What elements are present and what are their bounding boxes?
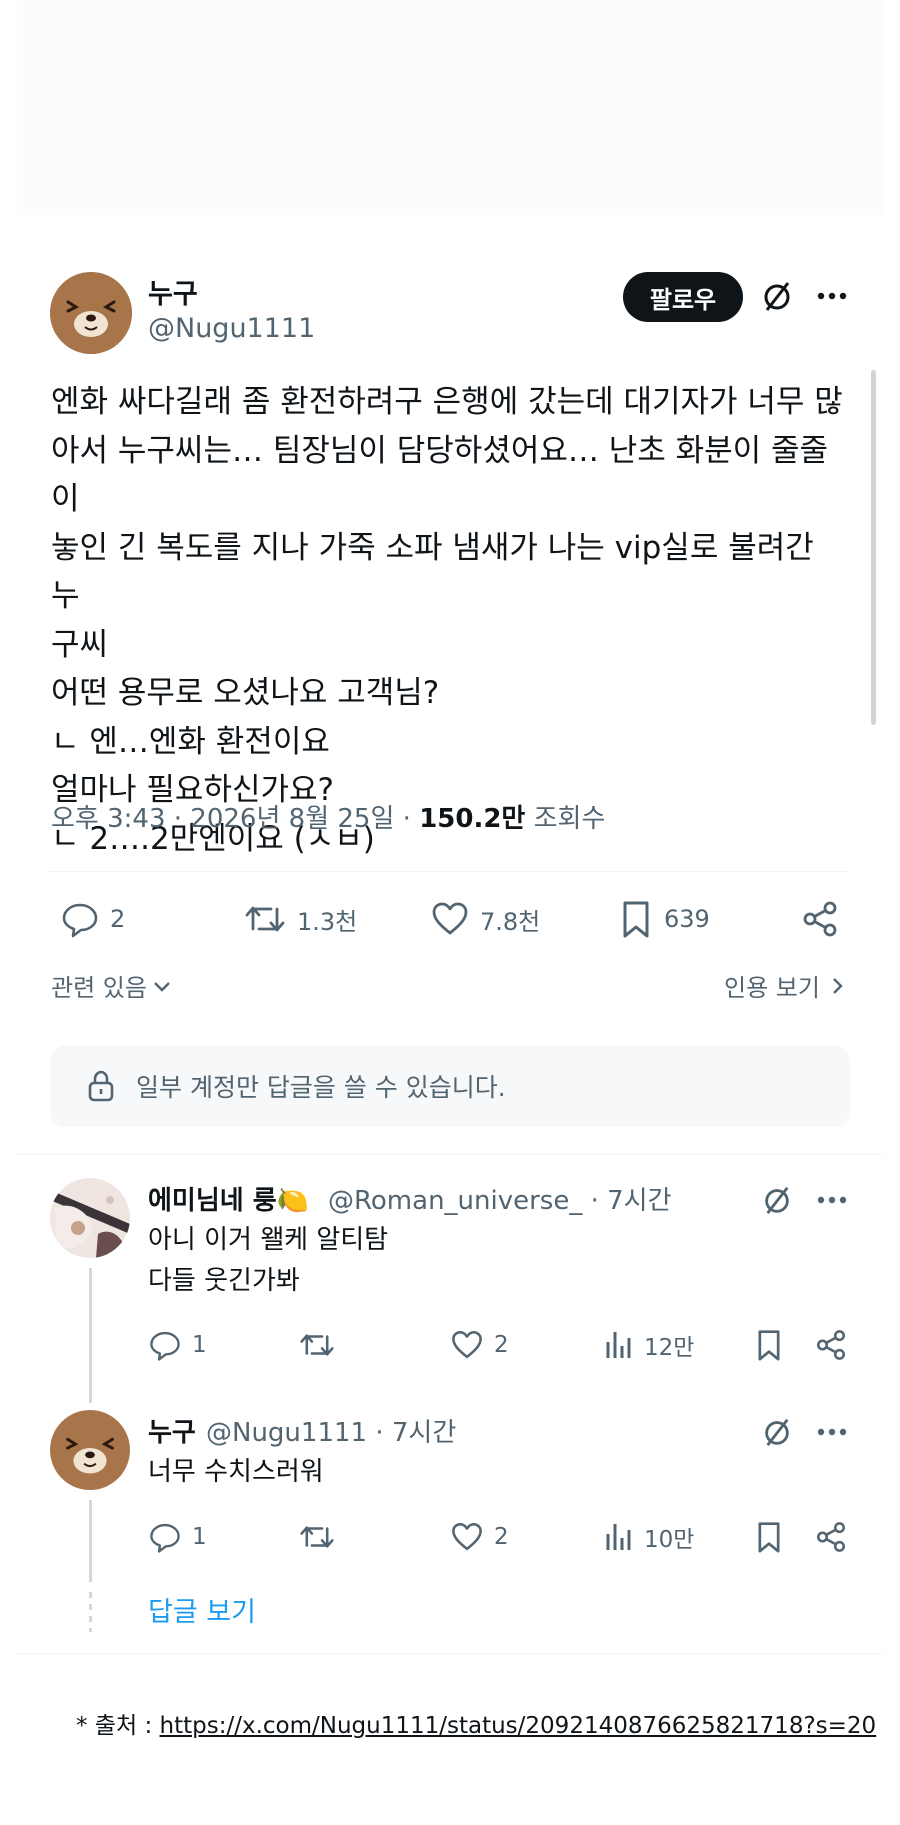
related-toggle[interactable]: 관련 있음: [51, 968, 173, 1003]
reply-author-name[interactable]: 에미님네 룽🍋: [148, 1180, 309, 1217]
source-link[interactable]: https://x.com/Nugu1111/status/2092140876…: [160, 1713, 877, 1739]
post-time[interactable]: 오후 3:43: [51, 804, 166, 834]
reply-icon: [150, 1331, 180, 1361]
views-button[interactable]: 12만: [604, 1328, 694, 1362]
chevron-right-icon: [833, 977, 843, 994]
views-label: 조회수: [533, 804, 606, 834]
views-count: 12만: [644, 1335, 695, 1361]
source-prefix: * 출처 :: [76, 1713, 153, 1739]
author-avatar[interactable]: [50, 272, 132, 354]
grok-icon[interactable]: [757, 1412, 797, 1452]
reply-handle-text: @Nugu1111: [206, 1418, 368, 1448]
heart-icon: [452, 1522, 482, 1551]
more-options-icon[interactable]: [812, 1412, 852, 1452]
bear-avatar-icon: [50, 1410, 130, 1490]
divider: [17, 1154, 883, 1155]
share-button[interactable]: [814, 1520, 858, 1554]
reply-handle-text: @Roman_universe_: [328, 1186, 583, 1216]
reply-text: 아니 이거 왤케 알티탐 다들 웃긴가봐: [148, 1225, 389, 1296]
share-icon: [803, 901, 837, 937]
quotes-label: 인용 보기: [724, 974, 820, 1002]
views-count: 10만: [644, 1527, 695, 1553]
author-name[interactable]: 누구: [148, 272, 198, 311]
bookmark-icon: [758, 1330, 780, 1361]
repost-button[interactable]: [298, 1520, 346, 1554]
lock-icon: [88, 1070, 114, 1102]
bookmark-count: 639: [664, 905, 710, 933]
bookmark-icon: [623, 901, 649, 938]
source-caption: * 출처 : https://x.com/Nugu1111/status/209…: [76, 1706, 876, 1740]
repost-icon: [245, 906, 285, 932]
follow-button[interactable]: 팔로우: [623, 272, 743, 322]
bookmark-icon: [758, 1522, 780, 1553]
like-button[interactable]: 2: [450, 1328, 509, 1362]
views-button[interactable]: 10만: [604, 1520, 694, 1554]
reply-button[interactable]: 2: [60, 899, 125, 939]
reply-button[interactable]: 1: [148, 1520, 207, 1554]
grok-icon[interactable]: [757, 276, 797, 316]
reply-avatar[interactable]: [50, 1410, 130, 1490]
more-options-icon[interactable]: [812, 1180, 852, 1220]
bookmark-button[interactable]: [754, 1520, 794, 1554]
more-options-icon[interactable]: [812, 276, 852, 316]
meta-separator: ·: [173, 804, 183, 834]
bookmark-button[interactable]: [754, 1328, 794, 1362]
reply-author-handle[interactable]: @Nugu1111 · 7시간: [206, 1412, 456, 1449]
like-count: 2: [494, 1332, 509, 1358]
thread-line: [89, 1268, 92, 1403]
repost-icon: [300, 1334, 334, 1356]
reply-count: 1: [192, 1332, 207, 1358]
anime-avatar-icon: [50, 1178, 130, 1258]
reply-icon: [62, 903, 98, 938]
divider: [17, 1653, 883, 1654]
analytics-icon: [606, 1524, 631, 1550]
like-count: 2: [494, 1524, 509, 1550]
reply-time: · 7시간: [590, 1186, 672, 1216]
chevron-down-icon: [154, 981, 170, 992]
repost-count: 1.3천: [297, 907, 358, 936]
show-replies-link[interactable]: 답글 보기: [148, 1590, 256, 1629]
grok-icon[interactable]: [757, 1180, 797, 1220]
post-date[interactable]: 2026년 8월 25일: [190, 804, 394, 834]
post-body: 엔화 싸다길래 좀 환전하려구 은행에 갔는데 대기자가 너무 많 아서 누구씨…: [51, 384, 843, 857]
share-icon: [816, 1522, 846, 1552]
views-count: 150.2만: [419, 804, 526, 834]
analytics-icon: [606, 1332, 631, 1358]
reply-count: 2: [110, 905, 126, 933]
thread-dotted-line: [89, 1592, 92, 1632]
view-quotes-link[interactable]: 인용 보기: [724, 968, 848, 1003]
meta-separator: ·: [402, 804, 411, 834]
reply-button[interactable]: 1: [148, 1328, 207, 1362]
share-button[interactable]: [814, 1328, 858, 1362]
heart-icon: [432, 902, 468, 935]
related-label: 관련 있음: [51, 974, 147, 1002]
reply-text: 너무 수치스러워: [148, 1457, 324, 1487]
reply-count: 1: [192, 1524, 207, 1550]
like-button[interactable]: 7.8천: [430, 899, 540, 939]
reply-author-name[interactable]: 누구: [148, 1412, 196, 1449]
reply-restriction-notice: 일부 계정만 답글을 쓸 수 있습니다.: [50, 1045, 850, 1127]
share-icon: [816, 1330, 846, 1360]
like-count: 7.8천: [480, 907, 541, 936]
repost-icon: [300, 1526, 334, 1548]
post-meta: 오후 3:43 · 2026년 8월 25일 · 150.2만 조회수: [51, 798, 605, 835]
repost-button[interactable]: 1.3천: [243, 899, 357, 939]
top-blank-area: [17, 0, 883, 215]
reply-icon: [150, 1523, 180, 1553]
restriction-text: 일부 계정만 답글을 쓸 수 있습니다.: [136, 1073, 506, 1102]
heart-icon: [452, 1330, 482, 1359]
divider: [50, 871, 850, 872]
author-handle[interactable]: @Nugu1111: [148, 313, 315, 344]
thread-line: [89, 1500, 92, 1582]
reply-time: · 7시간: [375, 1418, 457, 1448]
bookmark-button[interactable]: 639: [618, 899, 710, 939]
reply-author-handle[interactable]: @Roman_universe_ · 7시간: [328, 1180, 672, 1217]
share-button[interactable]: [800, 899, 850, 939]
scrollbar[interactable]: [871, 370, 876, 725]
bear-avatar-icon: [50, 272, 132, 354]
reply-avatar[interactable]: [50, 1178, 130, 1258]
repost-button[interactable]: [298, 1328, 346, 1362]
like-button[interactable]: 2: [450, 1520, 509, 1554]
